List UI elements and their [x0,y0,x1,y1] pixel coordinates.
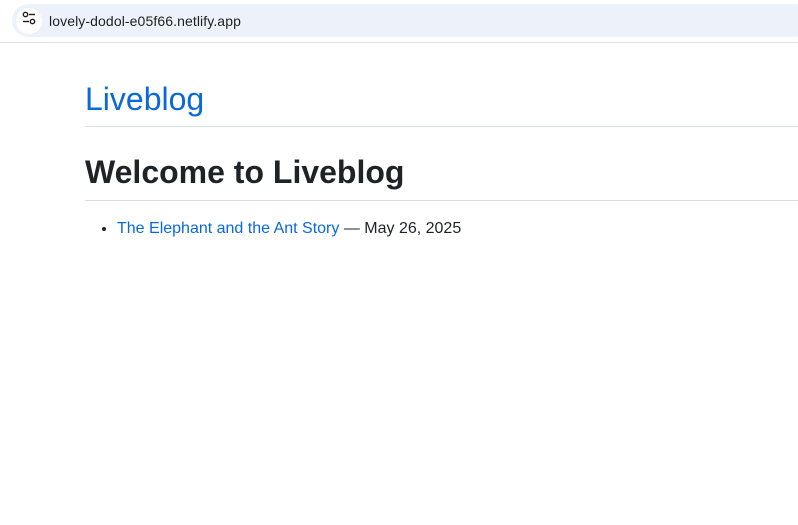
site-info-button[interactable] [16,7,42,34]
post-list: The Elephant and the Ant Story — May 26,… [85,219,461,239]
site-header: Liveblog [85,80,798,118]
post-date: May 26, 2025 [364,220,462,237]
list-item: The Elephant and the Ant Story — May 26,… [117,219,461,239]
address-bar[interactable]: lovely-dodol-e05f66.netlify.app [12,4,798,37]
browser-toolbar: lovely-dodol-e05f66.netlify.app [0,0,798,43]
post-separator: — [339,220,365,237]
page-title: Welcome to Liveblog [85,154,405,190]
tune-icon [22,11,36,30]
post-link[interactable]: The Elephant and the Ant Story [117,220,339,237]
site-title-link[interactable]: Liveblog [85,80,798,118]
url-text[interactable]: lovely-dodol-e05f66.netlify.app [49,13,241,29]
header-divider [85,126,798,127]
title-divider [85,200,798,201]
